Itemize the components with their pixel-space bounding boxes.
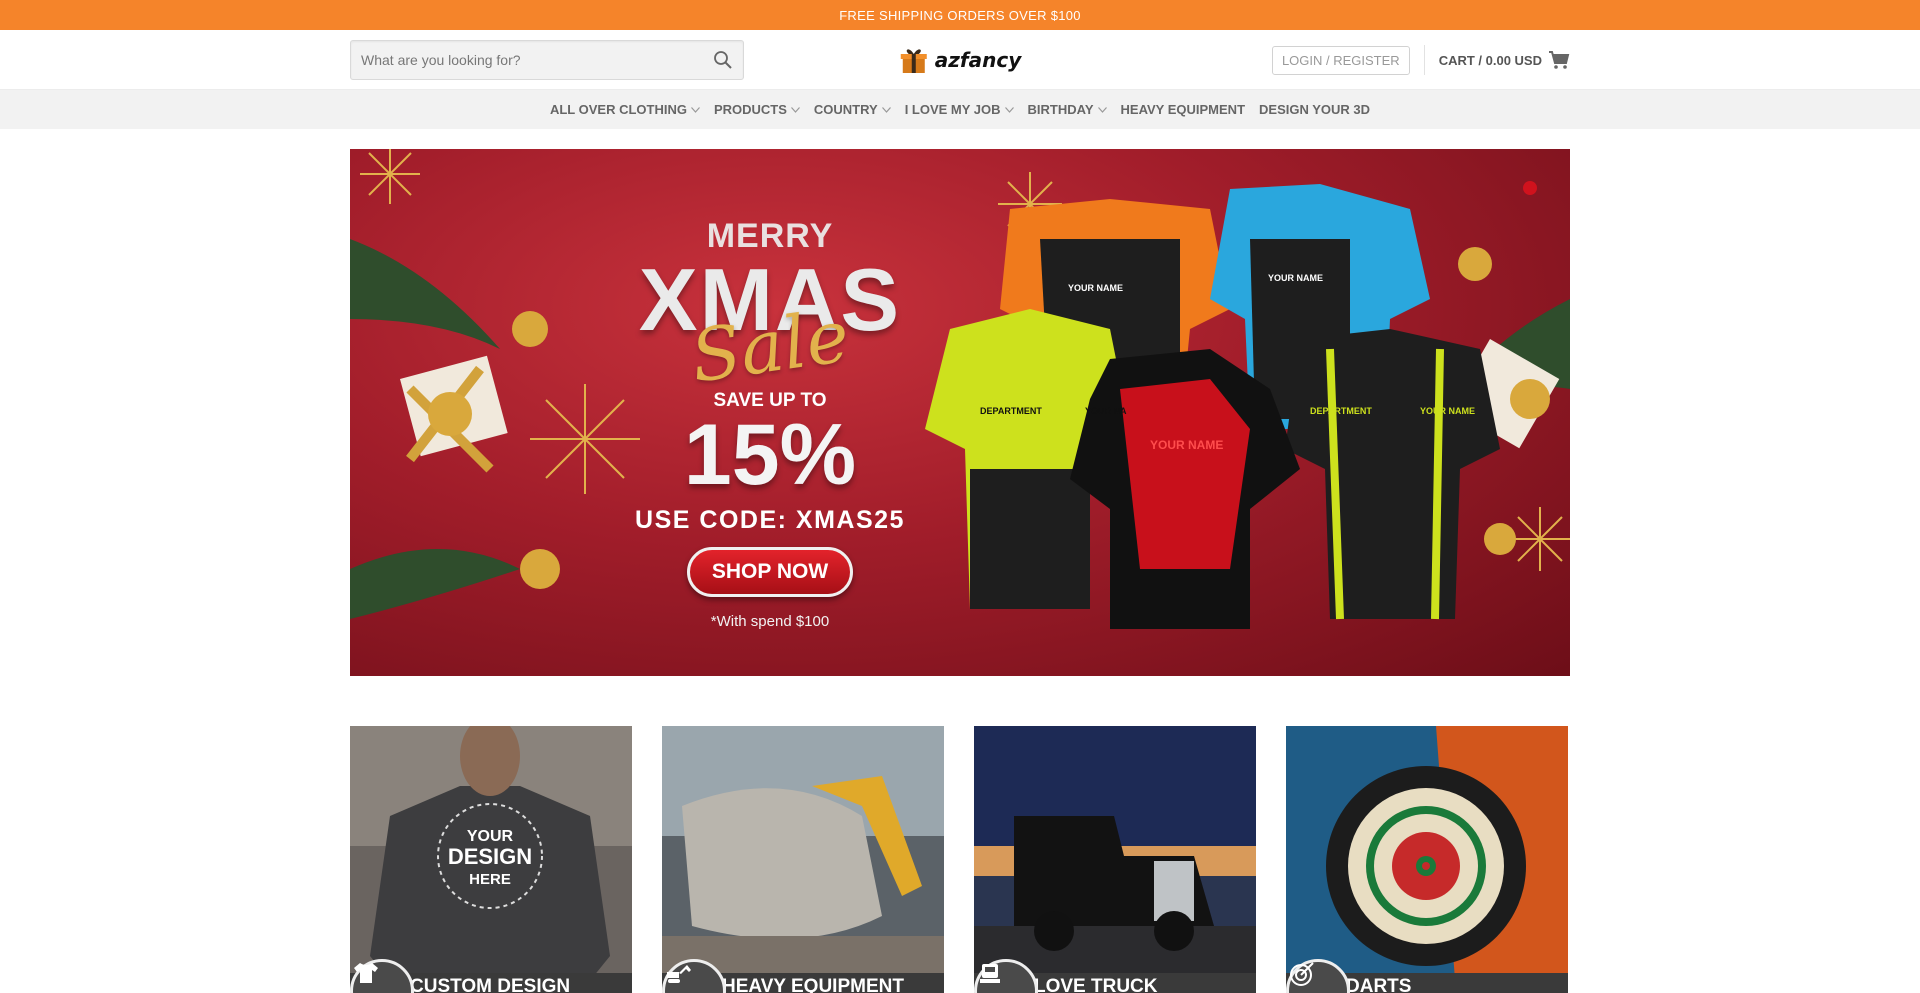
main-nav: ALL OVER CLOTHING PRODUCTS COUNTRY I LOV… [0,90,1920,129]
chevron-down-icon [1004,106,1014,113]
site-header: azfancy LOGIN / REGISTER CART / 0.00 USD [0,30,1920,90]
shop-now-button[interactable]: SHOP NOW [686,547,854,597]
shipping-announcement-text: FREE SHIPPING ORDERS OVER $100 [839,7,1081,23]
jersey-tag: YOUR NAME [1150,438,1223,452]
promo-text-block: MERRY XMAS Sale SAVE UP TO 15% USE CODE:… [610,209,930,630]
promo-note: *With spend $100 [710,613,830,630]
banner-artwork: YOUR NAME YOUR NAME DEPARTMENT YOUR NA Y… [350,149,1570,629]
category-card-darts[interactable]: DARTS [1286,726,1568,993]
header-divider [1423,45,1425,75]
jersey-tag: DEPARTMENT [1310,406,1372,416]
promo-percent: 15% [683,407,857,503]
design-placeholder-text: DESIGN [448,844,532,869]
nav-item-i-love-my-job[interactable]: I LOVE MY JOB [905,102,1014,117]
design-placeholder-text: YOUR [467,828,514,845]
cart-link[interactable]: CART / 0.00 USD [1439,50,1570,70]
jersey-tag: YOUR NAME [1068,283,1123,293]
promo-code: USE CODE: XMAS25 [635,506,905,534]
nav-item-label: BIRTHDAY [1027,102,1094,117]
gift-box [400,355,508,473]
darts-image [1286,726,1568,993]
chevron-down-icon [881,106,891,113]
nav-item-label: I LOVE MY JOB [904,102,1001,117]
nav-item-birthday[interactable]: BIRTHDAY [1028,102,1107,117]
jersey-tag: YOUR NAME [1420,406,1475,416]
red-dot-decoration [1523,181,1537,195]
gift-logo-icon [900,49,927,73]
category-card-love-truck[interactable]: LOVE TRUCK [974,726,1256,993]
heavy-equipment-image [662,726,944,993]
nav-item-label: COUNTRY [813,102,878,117]
chevron-down-icon [1097,106,1107,113]
nav-item-label: HEAVY EQUIPMENT [1120,102,1246,117]
jersey-tag: DEPARTMENT [980,406,1042,416]
login-register-button[interactable]: LOGIN / REGISTER [1271,45,1410,75]
category-cards: YOUR DESIGN HERE CUSTOM DESIGN HEAVY EQU… [350,726,1570,993]
nav-item-heavy-equipment[interactable]: HEAVY EQUIPMENT [1121,102,1245,117]
chevron-down-icon [790,106,800,113]
nav-item-design-your-3d[interactable]: DESIGN YOUR 3D [1259,102,1370,117]
shipping-announcement-bar: FREE SHIPPING ORDERS OVER $100 [0,0,1920,30]
shopping-cart-icon [1549,51,1570,69]
custom-design-image: YOUR DESIGN HERE [350,726,632,993]
nav-item-label: ALL OVER CLOTHING [549,102,687,117]
search-box[interactable] [350,40,744,80]
search-icon[interactable] [713,50,733,70]
nav-item-all-over-clothing[interactable]: ALL OVER CLOTHING [550,102,700,117]
search-input[interactable] [361,52,713,68]
site-logo[interactable]: azfancy [899,45,1021,75]
nav-item-country[interactable]: COUNTRY [814,102,891,117]
truck-icon [980,964,1000,983]
excavator-icon [667,965,691,983]
chevron-down-icon [691,106,700,113]
cart-label: CART / 0.00 USD [1438,52,1542,68]
target-icon [1290,962,1314,986]
tshirt-icon [354,963,378,983]
jersey-tag: YOUR NAME [1268,273,1323,283]
design-placeholder-text: HERE [469,871,511,888]
category-card-heavy-equipment[interactable]: HEAVY EQUIPMENT [662,726,944,993]
jersey-tag: YOUR NA [1085,406,1127,416]
xmas-sale-banner[interactable]: YOUR NAME YOUR NAME DEPARTMENT YOUR NA Y… [350,149,1570,676]
nav-item-products[interactable]: PRODUCTS [714,102,800,117]
logo-text: azfancy [934,48,1022,72]
nav-item-label: DESIGN YOUR 3D [1259,102,1371,117]
love-truck-image [974,726,1256,993]
category-card-custom-design[interactable]: YOUR DESIGN HERE CUSTOM DESIGN [350,726,632,993]
nav-item-label: PRODUCTS [713,102,787,117]
